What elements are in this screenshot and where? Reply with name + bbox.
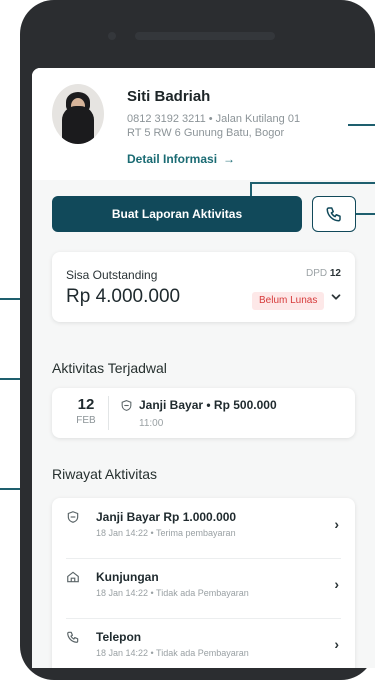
history-item[interactable]: Janji Bayar Rp 1.000.000 18 Jan 14:22 • … <box>52 498 355 558</box>
history-item-subtitle: 18 Jan 14:22 • Terima pembayaran <box>96 528 236 538</box>
app-screen: Siti Badriah 0812 3192 3211 • Jalan Kuti… <box>32 68 375 668</box>
contact-line-2: RT 5 RW 6 Gunung Batu, Bogor <box>127 127 285 139</box>
scheduled-time: 11:00 <box>139 418 164 429</box>
divider <box>108 396 109 430</box>
call-button[interactable] <box>312 196 356 232</box>
promise-icon <box>67 511 79 523</box>
outstanding-title: Sisa Outstanding <box>66 268 158 282</box>
history-item-subtitle: 18 Jan 14:22 • Tidak ada Pembayaran <box>96 588 249 598</box>
history-item-title: Telepon <box>96 630 142 644</box>
customer-contact: 0812 3192 3211 • Jalan Kutilang 01 RT 5 … <box>127 112 357 140</box>
outstanding-amount: Rp 4.000.000 <box>66 286 181 307</box>
detail-info-link[interactable]: Detail Informasi → <box>127 152 235 166</box>
chevron-right-icon: › <box>334 516 339 532</box>
history-item-title: Janji Bayar Rp 1.000.000 <box>96 510 237 524</box>
history-item[interactable]: Kunjungan 18 Jan 14:22 • Tidak ada Pemba… <box>52 558 355 618</box>
contact-line-1: 0812 3192 3211 • Jalan Kutilang 01 <box>127 113 301 125</box>
speaker-bar <box>135 32 275 40</box>
history-item-subtitle: 18 Jan 14:22 • Tidak ada Pembayaran <box>96 648 249 658</box>
outstanding-card[interactable]: Sisa Outstanding DPD 12 Rp 4.000.000 Bel… <box>52 252 355 322</box>
history-section-title: Riwayat Aktivitas <box>52 466 158 482</box>
history-item-title: Kunjungan <box>96 570 159 584</box>
phone-icon <box>67 631 79 643</box>
history-item[interactable]: Telepon 18 Jan 14:22 • Tidak ada Pembaya… <box>52 618 355 668</box>
date-day: 12 <box>77 396 95 413</box>
annotation-line-contact <box>348 124 375 126</box>
avatar <box>52 84 104 144</box>
customer-name: Siti Badriah <box>127 88 211 105</box>
annotation-line-call <box>356 213 375 215</box>
phone-icon <box>326 207 341 222</box>
scheduled-activity-text: Janji Bayar • Rp 500.000 <box>139 398 277 412</box>
date-box: 12 FEB <box>66 396 106 426</box>
dpd-label: DPD <box>305 268 328 279</box>
chevron-right-icon: › <box>334 636 339 652</box>
activity-history-list: Janji Bayar Rp 1.000.000 18 Jan 14:22 • … <box>52 498 355 668</box>
detail-info-label: Detail Informasi <box>127 152 218 166</box>
home-icon <box>67 571 79 583</box>
scheduled-activity-card[interactable]: 12 FEB Janji Bayar • Rp 500.000 11:00 <box>52 388 355 438</box>
annotation-line-primary-button-v <box>250 182 252 196</box>
chevron-right-icon: › <box>334 576 339 592</box>
scheduled-section-title: Aktivitas Terjadwal <box>52 360 167 376</box>
camera-dot <box>108 32 116 40</box>
scheduled-activity: Janji Bayar • Rp 500.000 <box>120 398 277 412</box>
arrow-right-icon: → <box>223 152 236 166</box>
create-activity-report-button[interactable]: Buat Laporan Aktivitas <box>52 196 302 232</box>
dpd-value: 12 <box>329 268 341 279</box>
status-badge: Belum Lunas <box>252 292 325 310</box>
annotation-line-primary-button <box>250 182 375 184</box>
promise-icon <box>121 399 132 411</box>
chevron-down-icon[interactable] <box>329 290 343 309</box>
dpd-indicator: DPD 12 <box>306 268 341 279</box>
date-month: FEB <box>76 415 96 426</box>
customer-profile: Siti Badriah 0812 3192 3211 • Jalan Kuti… <box>32 68 375 180</box>
